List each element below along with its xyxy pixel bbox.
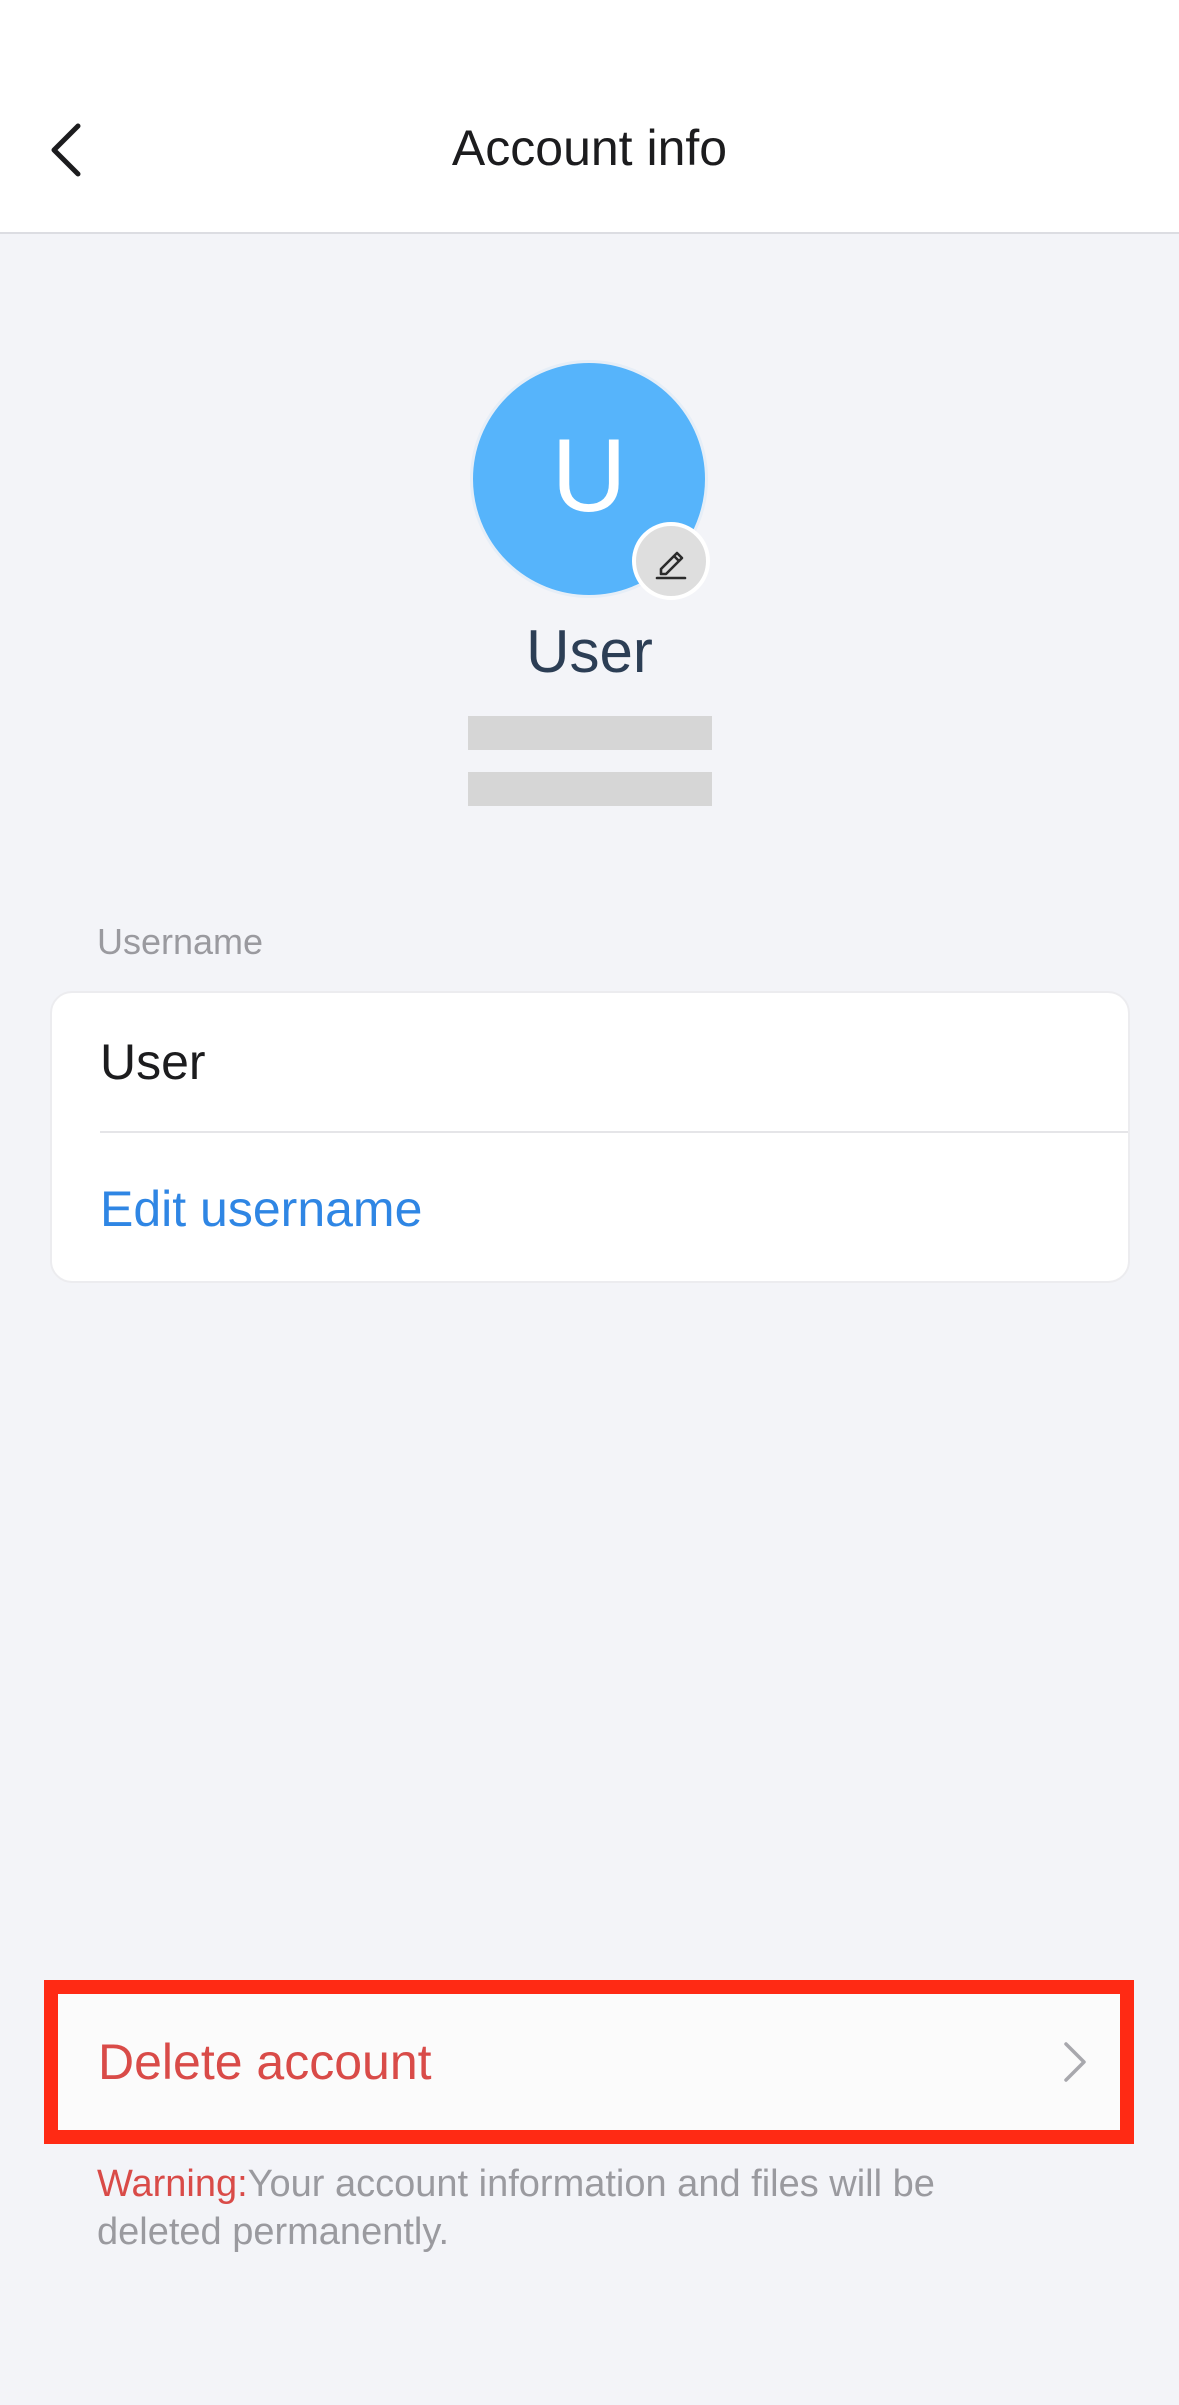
delete-warning: Warning:Your account information and fil… <box>97 2160 1057 2256</box>
profile-name: User <box>526 618 653 685</box>
edit-username-link[interactable]: Edit username <box>100 1135 1128 1283</box>
delete-account-label: Delete account <box>98 2034 432 2090</box>
warning-prefix: Warning: <box>97 2163 248 2205</box>
avatar-letter: U <box>551 418 627 534</box>
pencil-icon <box>655 551 687 580</box>
edit-avatar-button[interactable] <box>632 522 710 600</box>
account-info-screen: Account info U User Username User Edit u… <box>0 0 1179 2405</box>
chevron-right-icon <box>1064 2042 1086 2082</box>
page-title: Account info <box>451 120 728 176</box>
username-section-label: Username <box>97 921 264 962</box>
username-value: User <box>100 993 1128 1133</box>
username-card: User Edit username <box>50 991 1130 1283</box>
redacted-info-line <box>468 772 712 806</box>
nav-header: Account info <box>0 0 1179 234</box>
delete-account-button[interactable]: Delete account <box>58 1994 1120 2130</box>
redacted-info-line <box>468 716 712 750</box>
